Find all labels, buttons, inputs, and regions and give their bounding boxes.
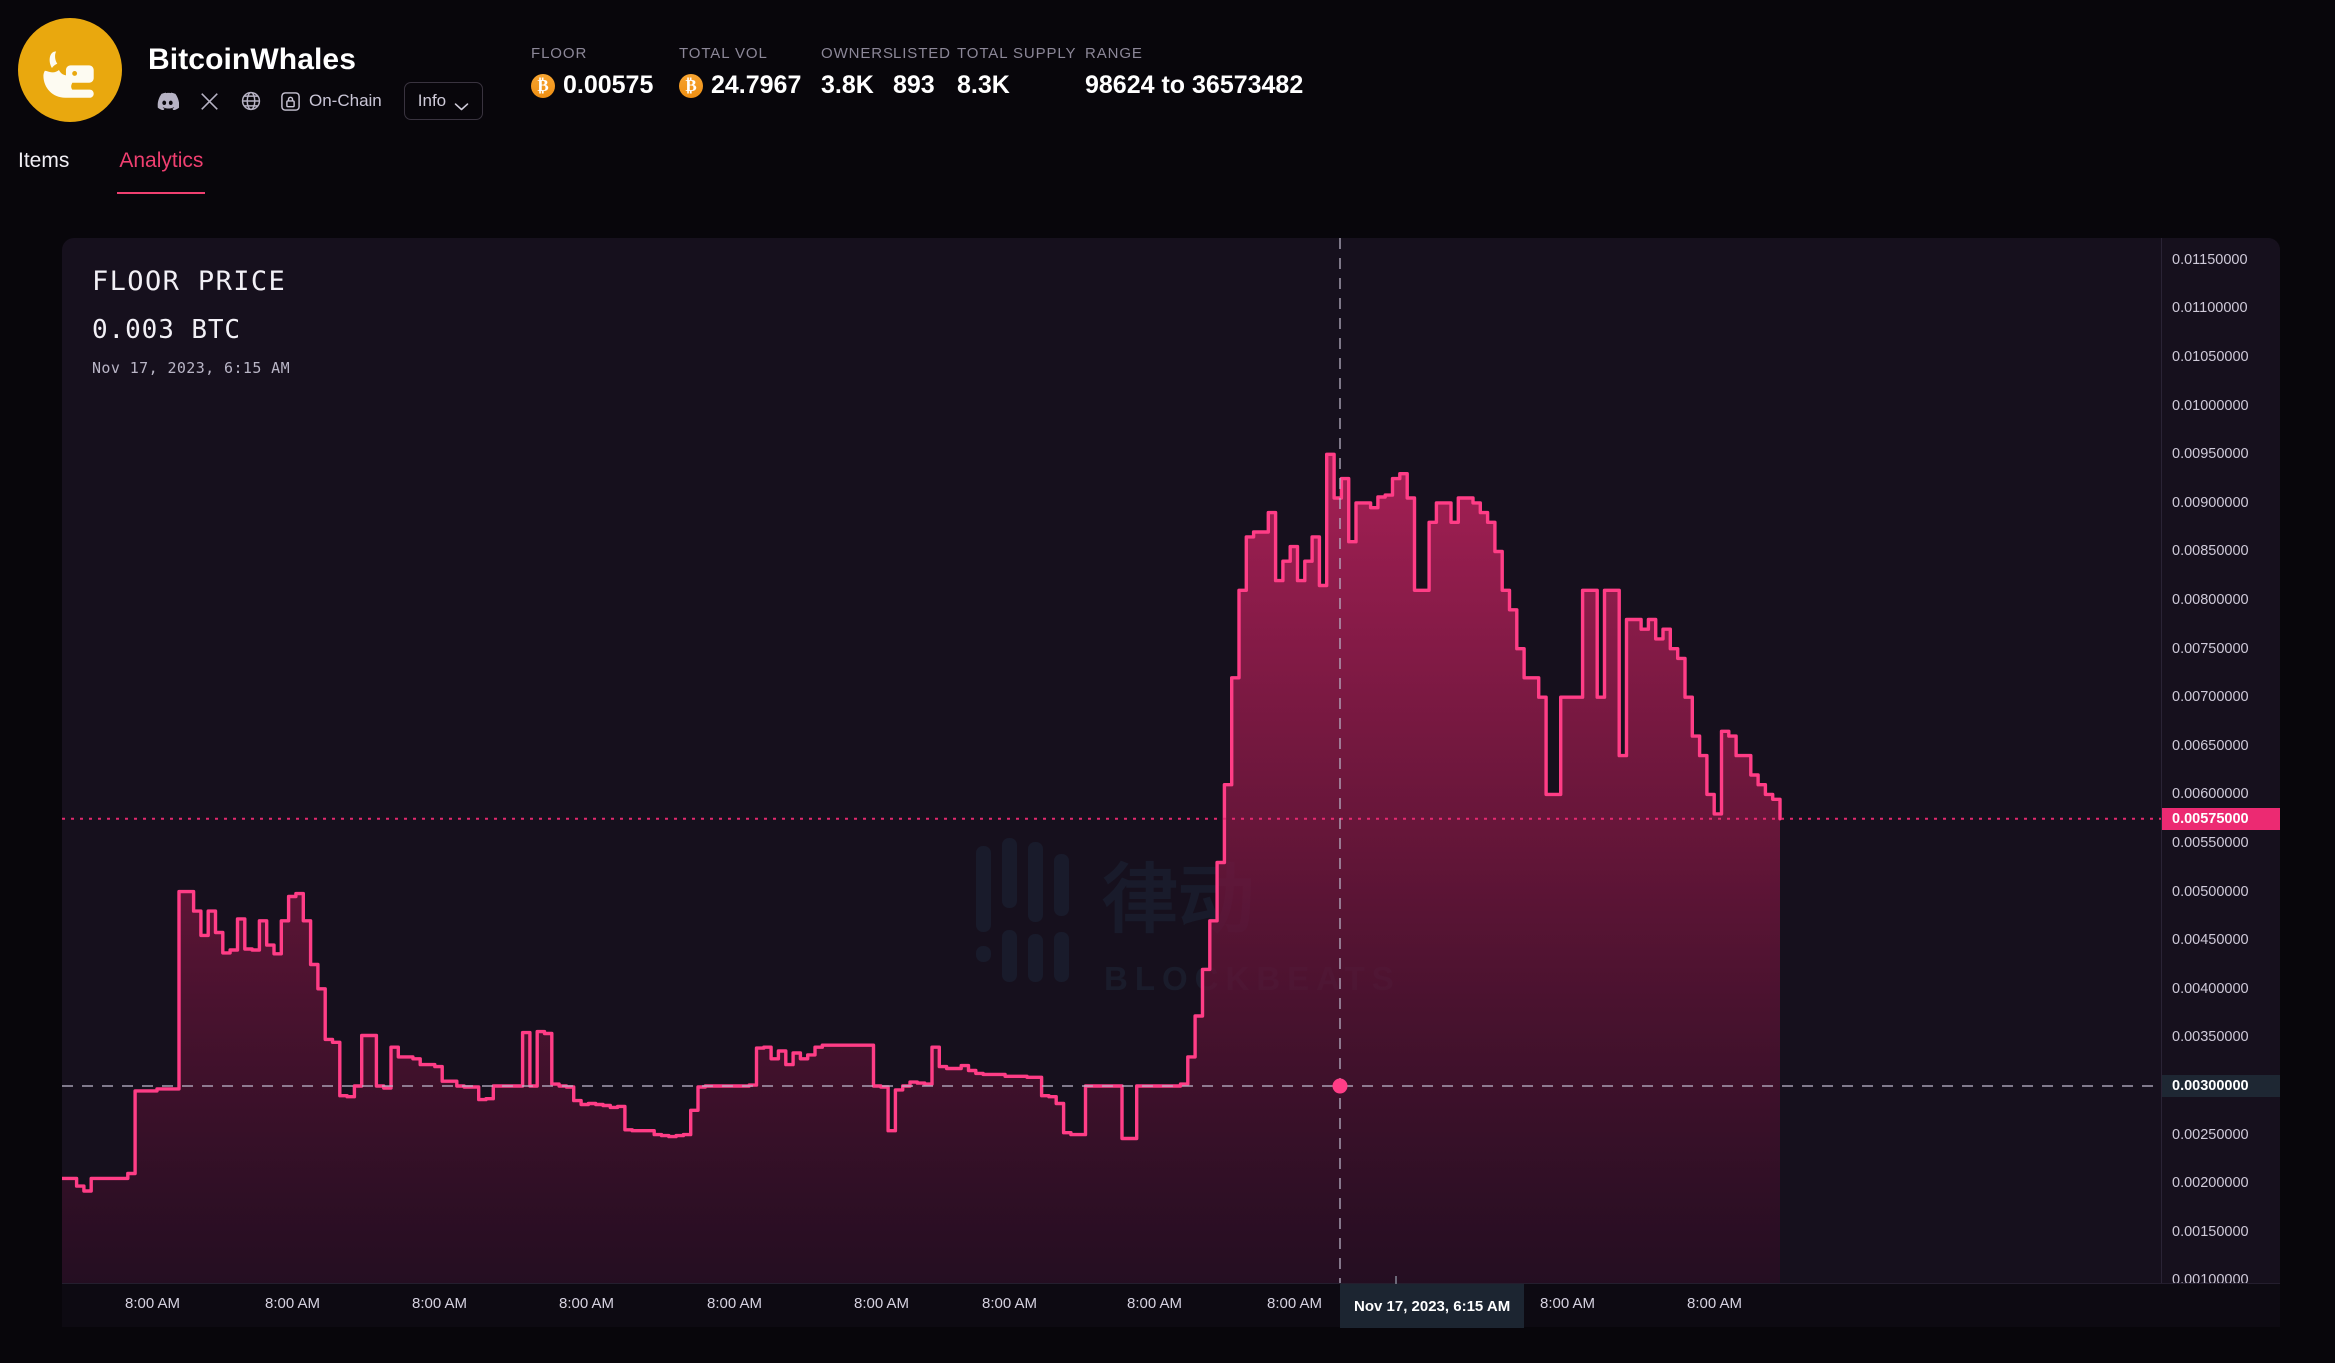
y-axis-tick: 0.00400000: [2172, 978, 2280, 1000]
floor-price-chart-panel: 律动 BLOCKBEATS 0.01150000 0.01100000 0.0105…: [62, 238, 2280, 1295]
y-axis-tick: 0.00150000: [2172, 1221, 2280, 1243]
on-chain-badge[interactable]: On-Chain: [280, 91, 382, 112]
stat-owners: OWNERS 3.8K: [821, 45, 893, 98]
y-axis-tick: 0.00950000: [2172, 443, 2280, 465]
section-tabs: Items Analytics: [0, 147, 2335, 194]
chevron-down-icon: [454, 97, 469, 106]
y-axis-tick: 0.01100000: [2172, 297, 2280, 319]
x-axis-tick: 8:00 AM: [412, 1295, 467, 1312]
globe-icon[interactable]: [230, 86, 272, 116]
stat-range-value: 98624 to 36573482: [1085, 73, 1303, 98]
info-dropdown-button[interactable]: Info: [404, 82, 483, 120]
tab-items[interactable]: Items: [18, 147, 69, 194]
stat-range-label: RANGE: [1085, 45, 1303, 62]
y-axis-tick: 0.00350000: [2172, 1026, 2280, 1048]
y-axis: 0.01150000 0.01100000 0.01050000 0.01000000…: [2161, 238, 2280, 1295]
y-axis-tick: 0.01150000: [2172, 249, 2280, 271]
x-axis-tick: 8:00 AM: [1687, 1295, 1742, 1312]
y-axis-tick: 0.00575000: [2162, 808, 2280, 830]
y-axis-tick: 0.00800000: [2172, 589, 2280, 611]
x-axis-tick: 8:00 AM: [854, 1295, 909, 1312]
bitcoin-icon: ₿: [531, 74, 555, 98]
stat-owners-label: OWNERS: [821, 45, 893, 62]
stat-range: RANGE 98624 to 36573482: [1085, 45, 1303, 98]
y-axis-tick: 0.00450000: [2172, 929, 2280, 951]
stat-floor-value: 0.00575: [563, 73, 653, 98]
tab-analytics[interactable]: Analytics: [119, 147, 203, 194]
x-axis-tick: 8:00 AM: [707, 1295, 762, 1312]
collection-avatar[interactable]: [18, 18, 122, 122]
stat-total-vol-value: 24.7967: [711, 73, 801, 98]
discord-icon[interactable]: [146, 86, 188, 116]
info-dropdown-label: Info: [418, 91, 446, 111]
y-axis-tick: 0.01050000: [2172, 346, 2280, 368]
stat-owners-value: 3.8K: [821, 73, 893, 98]
y-axis-tick: 0.00900000: [2172, 492, 2280, 514]
analytics-page: BitcoinWhales: [0, 0, 2335, 1363]
collection-stats: FLOOR ₿ 0.00575 TOTAL VOL ₿ 24.7967 OWNE…: [531, 45, 1303, 98]
y-axis-tick: 0.00550000: [2172, 832, 2280, 854]
x-axis-tick: 8:00 AM: [1267, 1295, 1322, 1312]
on-chain-label: On-Chain: [309, 91, 382, 111]
x-axis-tick: 8:00 AM: [1540, 1295, 1595, 1312]
stat-total-vol: TOTAL VOL ₿ 24.7967: [679, 45, 821, 98]
x-axis-tick: 8:00 AM: [1127, 1295, 1182, 1312]
x-axis-tick: 8:00 AM: [265, 1295, 320, 1312]
x-axis-tick: 8:00 AM: [125, 1295, 180, 1312]
x-twitter-icon[interactable]: [188, 86, 230, 116]
stat-floor: FLOOR ₿ 0.00575: [531, 45, 679, 98]
x-axis-tick: 8:00 AM: [559, 1295, 614, 1312]
y-axis-tick: 0.00600000: [2172, 783, 2280, 805]
stat-floor-value-row: ₿ 0.00575: [531, 73, 679, 98]
floor-price-area-chart[interactable]: [62, 238, 2222, 1295]
stat-total-supply: TOTAL SUPPLY 8.3K: [957, 45, 1085, 98]
whale-icon: [33, 33, 107, 107]
x-axis-tick: 8:00 AM: [982, 1295, 1037, 1312]
stat-floor-label: FLOOR: [531, 45, 679, 62]
x-axis-crosshair-tooltip: Nov 17, 2023, 6:15 AM: [1340, 1284, 1524, 1328]
y-axis-tick: 0.00250000: [2172, 1124, 2280, 1146]
chart-plot-area[interactable]: 律动 BLOCKBEATS: [62, 238, 2222, 1295]
y-axis-tick: 0.00500000: [2172, 881, 2280, 903]
y-axis-tick: 0.00300000: [2162, 1075, 2280, 1097]
stat-total-vol-value-row: ₿ 24.7967: [679, 73, 821, 98]
lock-badge-icon: [280, 91, 301, 112]
y-axis-tick: 0.00700000: [2172, 686, 2280, 708]
y-axis-tick: 0.00850000: [2172, 540, 2280, 562]
stat-total-supply-value: 8.3K: [957, 73, 1085, 98]
collection-header: BitcoinWhales: [0, 0, 2335, 140]
stat-total-vol-label: TOTAL VOL: [679, 45, 821, 62]
stat-listed-label: LISTED: [893, 45, 957, 62]
bitcoin-icon: ₿: [679, 74, 703, 98]
stat-total-supply-label: TOTAL SUPPLY: [957, 45, 1085, 62]
social-links-row: On-Chain Info: [146, 82, 483, 120]
crosshair-point-marker: [1333, 1079, 1348, 1094]
page-title: BitcoinWhales: [148, 43, 356, 77]
x-axis-crosshair-notch: [1395, 1276, 1397, 1284]
y-axis-tick: 0.00650000: [2172, 735, 2280, 757]
y-axis-tick: 0.00750000: [2172, 638, 2280, 660]
x-axis: 8:00 AM 8:00 AM 8:00 AM 8:00 AM 8:00 AM 8:00 …: [62, 1283, 2280, 1327]
y-axis-tick: 0.00200000: [2172, 1172, 2280, 1194]
stat-listed-value: 893: [893, 73, 957, 98]
y-axis-tick: 0.01000000: [2172, 395, 2280, 417]
stat-listed: LISTED 893: [893, 45, 957, 98]
chart-area-fill: [62, 454, 1780, 1295]
